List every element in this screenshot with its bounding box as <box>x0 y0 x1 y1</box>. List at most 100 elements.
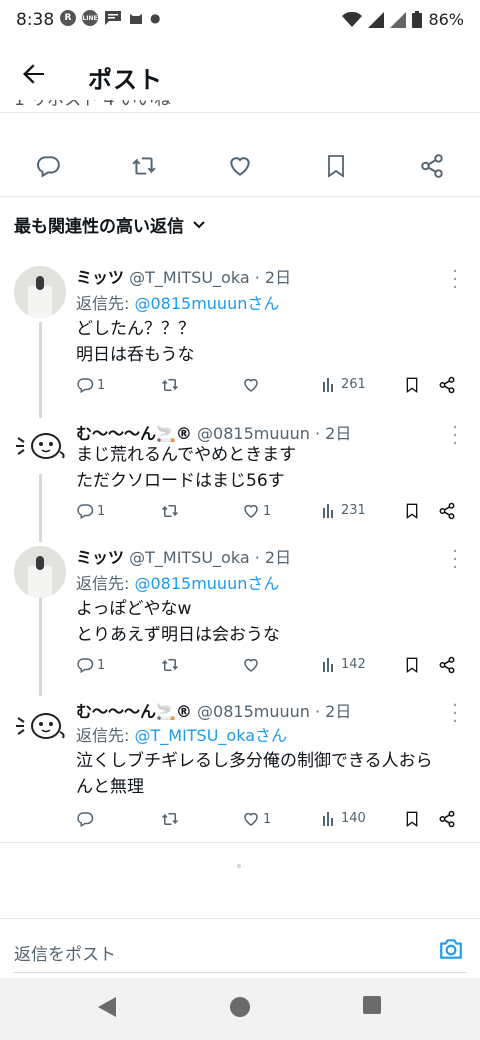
heart-icon <box>230 157 250 176</box>
comment-icon <box>77 658 94 674</box>
notification-icons: R LINE ● <box>60 10 160 26</box>
repost-button[interactable] <box>160 502 180 520</box>
reply-to-prefix: 返信先: <box>76 294 135 313</box>
nav-back-button[interactable] <box>96 995 118 1023</box>
comment-icon <box>37 156 60 178</box>
body-line: とりあえず明日は会おうな <box>76 625 280 645</box>
battery-level: 86% <box>428 10 464 29</box>
share-button[interactable] <box>438 656 456 674</box>
repost-icon <box>161 813 179 825</box>
avatar-photo-icon <box>14 266 66 318</box>
circle-home-icon <box>230 997 250 1017</box>
reply-author[interactable]: む〜〜〜ん🚬® @0815muuun · 2日 <box>76 420 351 444</box>
repost-button[interactable] <box>128 150 160 182</box>
like-button[interactable] <box>242 656 263 674</box>
avatar[interactable] <box>14 700 68 752</box>
thread-line <box>39 596 42 696</box>
views-button[interactable]: 261 <box>322 376 366 392</box>
author-name: む〜〜〜ん🚬® <box>76 702 192 721</box>
reply-author[interactable]: ミッツ @T_MITSU_oka · 2日 <box>76 544 291 568</box>
avatar[interactable] <box>14 420 68 472</box>
avatar[interactable] <box>14 546 66 598</box>
bookmark-button[interactable] <box>404 810 420 828</box>
author-name: む〜〜〜ん🚬® <box>76 424 192 443</box>
heart-icon <box>244 378 258 392</box>
more-options-button[interactable]: · · · <box>448 263 462 297</box>
author-handle: @T_MITSU_oka · 2日 <box>129 548 292 567</box>
share-icon <box>439 376 455 394</box>
repost-icon <box>132 157 156 175</box>
reply-author[interactable]: む〜〜〜ん🚬® @0815muuun · 2日 <box>76 698 351 722</box>
bookmark-button[interactable] <box>404 376 420 394</box>
heart-icon <box>244 658 258 672</box>
views-button[interactable]: 140 <box>322 810 366 826</box>
share-button[interactable] <box>438 502 456 520</box>
author-handle: @0815muuun · 2日 <box>197 424 352 443</box>
reply-count-button[interactable]: 1 <box>76 656 105 674</box>
reply-to-prefix: 返信先: <box>76 726 135 745</box>
repost-button[interactable] <box>160 376 180 394</box>
status-bar: 8:38 R LINE ● 86% <box>0 0 480 44</box>
bookmark-button[interactable] <box>320 150 352 182</box>
share-button[interactable] <box>416 150 448 182</box>
reply-count: 1 <box>97 377 106 393</box>
more-options-button[interactable]: · · · <box>448 697 462 731</box>
nav-recents-button[interactable] <box>362 995 382 1019</box>
body-line: どしたん？？？ <box>76 319 195 339</box>
back-button[interactable] <box>20 60 52 92</box>
body-line: んと無理 <box>76 777 144 797</box>
reply-count-button[interactable] <box>76 810 97 828</box>
divider <box>0 112 480 113</box>
battery-icon <box>412 11 423 28</box>
share-button[interactable] <box>438 376 456 394</box>
reply-body: どしたん？？？ 明日は呑もうな <box>76 316 471 368</box>
reply-count: 1 <box>97 657 106 673</box>
body-line: まじ荒れるんでやめときます <box>76 445 297 465</box>
like-button[interactable]: 1 <box>242 502 271 520</box>
reply-to: 返信先: @T_MITSU_okaさん <box>76 722 287 746</box>
reply-input[interactable]: 返信をポスト <box>14 940 116 965</box>
view-count: 140 <box>341 810 366 826</box>
loading-dot <box>237 864 241 868</box>
views-button[interactable]: 142 <box>322 656 366 672</box>
view-count: 231 <box>341 502 366 518</box>
body-line: 泣くしブチギレるし多分俺の制御できる人おら <box>76 751 433 771</box>
bookmark-icon <box>406 657 418 673</box>
avatar-doodle-icon <box>16 433 65 459</box>
views-button[interactable]: 231 <box>322 502 366 518</box>
divider <box>0 196 480 197</box>
share-icon <box>439 502 455 520</box>
arrow-left-icon <box>23 64 44 84</box>
camera-button[interactable] <box>438 936 464 962</box>
like-button[interactable] <box>224 150 256 182</box>
reply-author[interactable]: ミッツ @T_MITSU_oka · 2日 <box>76 264 291 288</box>
like-button[interactable]: 1 <box>242 810 271 828</box>
reply-body: よっぽどやなw とりあえず明日は会おうな <box>76 596 471 648</box>
avatar-doodle-icon <box>16 713 65 739</box>
repost-button[interactable] <box>160 656 180 674</box>
reply-button[interactable] <box>32 150 64 182</box>
post-stats-partial: 1 リポスト 4 いいね <box>14 100 171 112</box>
status-time: 8:38 <box>16 10 55 30</box>
reply-count-button[interactable]: 1 <box>76 376 105 394</box>
bookmark-icon <box>328 155 344 178</box>
avatar[interactable] <box>14 266 66 318</box>
bookmark-button[interactable] <box>404 502 420 520</box>
view-count: 261 <box>341 376 366 392</box>
like-button[interactable] <box>242 376 263 394</box>
reply-to-prefix: 返信先: <box>76 574 135 593</box>
bookmark-button[interactable] <box>404 656 420 674</box>
repost-button[interactable] <box>160 810 180 828</box>
sort-dropdown[interactable]: 最も関連性の高い返信 <box>14 212 206 237</box>
nav-home-button[interactable] <box>228 995 252 1023</box>
divider <box>0 918 480 919</box>
more-options-button[interactable]: · · · <box>448 543 462 577</box>
reply-to-link[interactable]: @0815muuunさん <box>134 294 279 313</box>
reply-count-button[interactable]: 1 <box>76 502 105 520</box>
reply-to: 返信先: @0815muuunさん <box>76 290 279 314</box>
square-recents-icon <box>363 996 381 1014</box>
reply-to-link[interactable]: @T_MITSU_okaさん <box>134 726 287 745</box>
reply-to-link[interactable]: @0815muuunさん <box>134 574 279 593</box>
share-button[interactable] <box>438 810 456 828</box>
line-app-icon: LINE <box>82 10 98 26</box>
